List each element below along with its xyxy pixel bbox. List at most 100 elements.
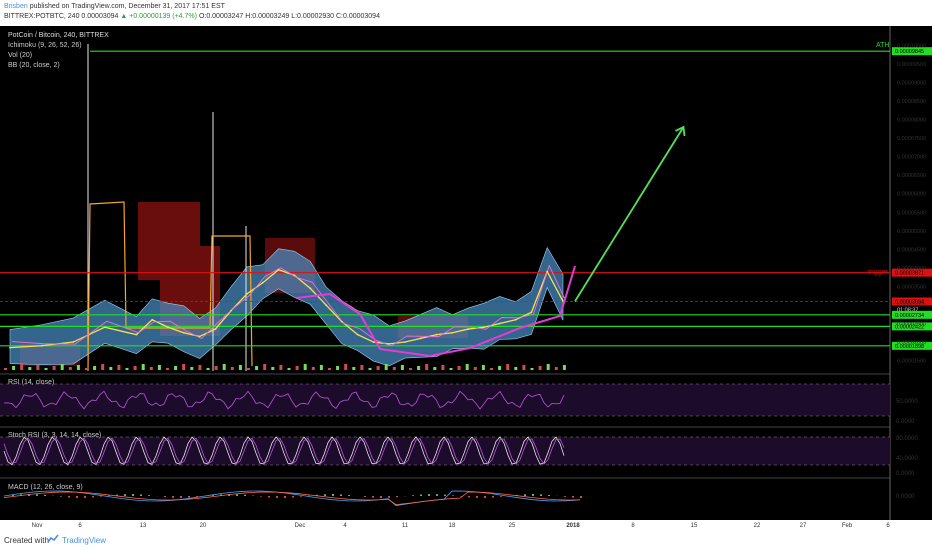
volume-bar <box>76 365 80 370</box>
price-tick-label: 0.00010000 <box>897 43 926 49</box>
macd-histogram-bar <box>364 496 366 497</box>
volume-bar <box>109 367 113 370</box>
tradingview-link[interactable]: TradingView <box>62 536 106 545</box>
price-point <box>451 331 454 334</box>
volume-bar <box>174 366 178 370</box>
volume-bar <box>473 367 477 370</box>
macd-histogram-bar <box>324 494 326 496</box>
volume-bar <box>344 364 348 370</box>
volume-bar <box>465 364 469 370</box>
volume-bar <box>449 368 453 370</box>
price-point <box>40 344 43 347</box>
volume-bar <box>319 365 323 370</box>
trigger-label: trigger <box>868 269 889 276</box>
macd-histogram-bar <box>92 496 94 498</box>
stoch-tick-40: 40.0000 <box>896 456 918 462</box>
change-value: +0.00000139 (+4.7%) <box>129 13 197 20</box>
macd-histogram-bar <box>348 495 350 496</box>
macd-histogram-bar <box>76 496 78 498</box>
price-point <box>419 337 422 340</box>
created-with-text: Created with <box>4 536 49 545</box>
volume-bar <box>117 365 121 370</box>
price-point <box>182 331 185 334</box>
time-tick-label: 18 <box>449 523 456 529</box>
macd-histogram-bar <box>500 496 502 497</box>
price-point <box>372 341 375 343</box>
author-link[interactable]: Brisben <box>4 3 28 10</box>
legend-vol: Vol (20) <box>8 52 32 59</box>
symbol-ohlc-line: BITTREX:POTBTC, 240 0.00003094 ▲ +0.0000… <box>4 13 380 20</box>
volume-bar <box>85 368 88 370</box>
open-value: O:0.00003247 <box>198 13 244 20</box>
volume-bar <box>263 364 267 370</box>
level-value-ATH: 0.00009845 <box>895 49 924 55</box>
macd-histogram-bar <box>300 496 302 497</box>
price-point <box>151 318 154 321</box>
price-tick-label: 0.00003500 <box>897 284 926 290</box>
price-tick-label: 0.00003000 <box>897 303 926 309</box>
volume-bar <box>206 368 210 370</box>
macd-histogram-bar <box>572 496 574 498</box>
macd-histogram-bar <box>60 496 62 497</box>
time-tick-label: Dec <box>295 523 306 529</box>
rsi-band <box>0 384 890 416</box>
volume-bar <box>141 364 145 370</box>
legend-title: PotCoin / Bitcoin, 240, BITTREX <box>8 32 109 39</box>
high-value: H:0.00003249 <box>245 13 290 20</box>
volume-bar <box>336 366 340 370</box>
volume-bar <box>376 366 380 370</box>
publish-line: Brisben published on TradingView.com, De… <box>4 3 225 10</box>
volume-bar <box>328 368 331 370</box>
macd-histogram-bar <box>468 496 470 498</box>
macd-histogram-bar <box>372 496 374 498</box>
chart-svg[interactable]: 0.000098450.000038710.0000309401:08:370.… <box>0 26 932 530</box>
price-point <box>293 274 296 277</box>
footer-bar: Created with TradingView <box>0 530 932 550</box>
price-tick-label: 0.00002500 <box>897 322 926 328</box>
time-tick-label: Nov <box>32 523 43 529</box>
volume-bar <box>295 366 299 370</box>
price-point <box>498 322 501 325</box>
macd-histogram-bar <box>236 494 238 496</box>
price-point <box>404 341 406 343</box>
price-tick-label: 0.00008500 <box>897 99 926 105</box>
price-point <box>230 309 233 312</box>
volume-bar <box>311 367 315 370</box>
stoch-tick-80: 80.0000 <box>896 436 918 442</box>
macd-histogram-bar <box>492 496 494 498</box>
macd-histogram-bar <box>292 496 294 498</box>
macd-histogram-bar <box>580 496 582 498</box>
time-axis[interactable]: Nov 6 13 20 Dec 4 11 18 25 2018 8 15 22 27 Feb 6 <box>0 520 932 530</box>
macd-histogram-bar <box>412 495 414 496</box>
tradingview-logo-icon <box>47 534 59 543</box>
volume-bar <box>68 367 72 370</box>
macd-histogram-bar <box>396 496 398 498</box>
macd-histogram-bar <box>380 496 382 498</box>
legend-bb: BB (20, close, 2) <box>8 62 60 69</box>
macd-histogram-bar <box>524 494 526 496</box>
macd-histogram-bar <box>132 494 134 496</box>
volume-bar <box>182 364 186 370</box>
macd-histogram-bar <box>340 494 342 496</box>
volume-bar <box>52 366 56 370</box>
price-tick-label: 0.00009000 <box>897 80 926 86</box>
price-tick-label: 0.00004000 <box>897 266 926 272</box>
price-tick-label: 0.00008000 <box>897 118 926 124</box>
price-point <box>261 281 264 284</box>
price-tick-label: 0.00005500 <box>897 210 926 216</box>
price-tick-label: 0.00005000 <box>897 229 926 235</box>
price-tick-label: 0.00004500 <box>897 247 926 253</box>
macd-histogram-bar <box>68 496 70 498</box>
volume-bar <box>190 367 194 370</box>
macd-histogram-bar <box>436 494 438 496</box>
price-point <box>388 342 391 345</box>
volume-bar <box>222 364 226 370</box>
volume-bar <box>271 367 275 370</box>
volume-bar <box>506 364 510 370</box>
macd-histogram-bar <box>260 496 262 497</box>
volume-bar <box>214 366 218 370</box>
price-tick-label: 0.00001500 <box>897 359 926 365</box>
macd-histogram-bar <box>140 494 142 496</box>
volume-bar <box>530 368 534 370</box>
chart-area[interactable]: 0.00009845 0.00003871 0.00003094 01:08:37 0.… <box>0 26 932 530</box>
